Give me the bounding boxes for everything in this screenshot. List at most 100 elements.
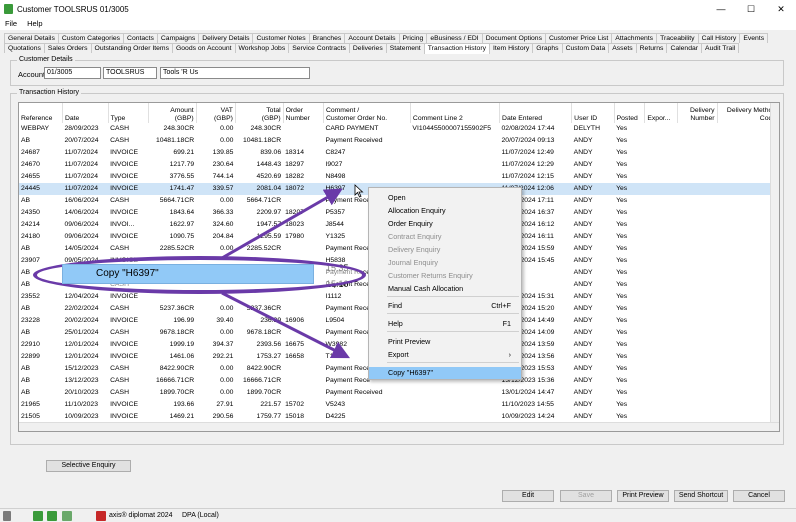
table-cell: ANDY <box>573 389 593 396</box>
selective-enquiry-button[interactable]: Selective Enquiry <box>46 460 131 472</box>
tab-ebusiness-edi[interactable]: eBusiness / EDI <box>426 33 483 43</box>
column-header-user-id[interactable]: User ID <box>571 103 615 123</box>
menu-item-open[interactable]: Open <box>369 192 521 204</box>
tab-goods-on-account[interactable]: Goods on Account <box>171 43 236 53</box>
column-header-total[interactable]: Total (GBP) <box>235 103 284 123</box>
tab-contacts[interactable]: Contacts <box>123 33 158 43</box>
tab-audit-trail[interactable]: Audit Trail <box>701 43 740 53</box>
menu-item-manual-cash-allocation[interactable]: Manual Cash Allocation <box>369 283 521 295</box>
menu-item-find[interactable]: Find Ctrl+F <box>369 300 521 312</box>
tab-general-details[interactable]: General Details <box>4 33 59 43</box>
column-header-delivery[interactable]: Delivery Number <box>677 103 718 123</box>
menu-item-help[interactable]: Help F1 <box>369 318 521 330</box>
column-header-date[interactable]: Date <box>62 103 109 123</box>
table-row[interactable]: 24670 11/07/2024 INVOICE 1217.79 230.64 1448.… <box>19 159 779 171</box>
table-row[interactable]: 24687 11/07/2024 INVOICE 699.21 139.85 839.06… <box>19 147 779 159</box>
close-button[interactable]: ✕ <box>766 0 796 18</box>
column-header-type[interactable]: Type <box>108 103 149 123</box>
tab-events[interactable]: Events <box>739 33 769 43</box>
tab-workshop-jobs[interactable]: Workshop Jobs <box>234 43 290 53</box>
tab-transaction-history[interactable]: Transaction History <box>423 43 490 54</box>
customer-details-title: Customer Details <box>17 56 75 63</box>
short-name-field[interactable]: TOOLSRUS <box>103 67 157 79</box>
tab-custom-categories[interactable]: Custom Categories <box>57 33 125 43</box>
menu-item-shortcut: F1 <box>502 319 511 328</box>
tab-sales-orders[interactable]: Sales Orders <box>43 43 92 53</box>
tab-returns[interactable]: Returns <box>635 43 668 53</box>
table-cell <box>645 279 678 291</box>
column-header-vat[interactable]: VAT (GBP) <box>196 103 236 123</box>
tab-calendar[interactable]: Calendar <box>666 43 703 53</box>
menu-item-label: Journal Enquiry <box>388 258 438 267</box>
tab-delivery-details[interactable]: Delivery Details <box>198 33 254 43</box>
table-cell: 196.99 <box>173 317 195 324</box>
horizontal-scrollbar[interactable] <box>19 422 779 431</box>
table-cell: Yes <box>616 293 628 300</box>
table-row[interactable]: 24655 11/07/2024 INVOICE 3776.55 744.14 4520.… <box>19 171 779 183</box>
account-code-field[interactable]: 01/3005 <box>44 67 101 79</box>
column-header-reference[interactable]: Reference <box>19 103 63 123</box>
menu-item-copy-h6397[interactable]: Copy "H6397" <box>369 367 521 379</box>
tab-traceability[interactable]: Traceability <box>656 33 699 43</box>
table-row[interactable]: WEBPAY 28/09/2023 CASH 248.30CR 0.00 248.30CR… <box>19 123 779 135</box>
menu-item-order-enquiry[interactable]: Order Enquiry <box>369 218 521 230</box>
refresh-icon[interactable] <box>33 511 43 521</box>
menu-file[interactable]: File <box>5 18 17 30</box>
menu-item-label: Find <box>388 301 402 310</box>
checklist-icon[interactable] <box>62 511 72 521</box>
edit-button[interactable]: Edit <box>502 490 554 502</box>
table-cell <box>678 123 717 135</box>
menu-item-export[interactable]: Export › <box>369 349 521 361</box>
tab-custom-data[interactable]: Custom Data <box>561 43 610 53</box>
column-header-date-entered[interactable]: Date Entered <box>499 103 573 123</box>
tab-customer-notes[interactable]: Customer Notes <box>252 33 310 43</box>
tab-item-history[interactable]: Item History <box>489 43 534 53</box>
tab-pricing[interactable]: Pricing <box>398 33 428 43</box>
tab-campaigns[interactable]: Campaigns <box>156 33 200 43</box>
vertical-scrollbar[interactable] <box>770 103 779 431</box>
table-cell: ANDY <box>573 281 593 288</box>
table-cell: Yes <box>616 389 628 396</box>
print-preview-button[interactable]: Print Preview <box>617 490 669 502</box>
table-cell <box>678 315 717 327</box>
tab-customer-price-list[interactable]: Customer Price List <box>544 33 613 43</box>
menu-item-customer-returns-enquiry: Customer Returns Enquiry <box>369 270 521 282</box>
tab-service-contracts[interactable]: Service Contracts <box>288 43 350 53</box>
column-header-amount[interactable]: Amount (GBP) <box>148 103 197 123</box>
minimize-button[interactable]: — <box>706 0 736 18</box>
table-row[interactable]: 21965 11/10/2023 INVOICE 193.66 27.91 221.57 1… <box>19 399 779 411</box>
full-name-field[interactable]: Tools 'R Us <box>160 67 310 79</box>
table-row[interactable]: AB 20/07/2024 CASH 10481.18CR 0.00 10481.18CR… <box>19 135 779 147</box>
tab-account-details[interactable]: Account Details <box>344 33 400 43</box>
table-cell: 8422.90CR <box>246 365 282 372</box>
tab-graphs[interactable]: Graphs <box>532 43 563 53</box>
tab-assets[interactable]: Assets <box>608 43 637 53</box>
sync-icon[interactable] <box>47 511 57 521</box>
tab-call-history[interactable]: Call History <box>697 33 741 43</box>
tab-quotations[interactable]: Quotations <box>4 43 45 53</box>
menu-item-delivery-enquiry: Delivery Enquiry <box>369 244 521 256</box>
save-button[interactable]: Save <box>560 490 612 502</box>
tab-document-options[interactable]: Document Options <box>481 33 546 43</box>
table-cell: 18314 <box>285 149 305 156</box>
tab-branches[interactable]: Branches <box>308 33 346 43</box>
menu-item-print-preview[interactable]: Print Preview <box>369 336 521 348</box>
column-header-posted[interactable]: Posted <box>614 103 646 123</box>
menu-item-allocation-enquiry[interactable]: Allocation Enquiry <box>369 205 521 217</box>
column-header-order[interactable]: Order Number <box>283 103 324 123</box>
table-cell: CASH <box>110 245 129 252</box>
tab-statement[interactable]: Statement <box>385 43 425 53</box>
maximize-button[interactable]: ☐ <box>736 0 766 18</box>
table-cell <box>678 363 717 375</box>
column-header-comment-line-2[interactable]: Comment Line 2 <box>410 103 501 123</box>
send-shortcut-button[interactable]: Send Shortcut <box>674 490 728 502</box>
column-header-expor[interactable]: Expor... <box>644 103 679 123</box>
tab-attachments[interactable]: Attachments <box>611 33 658 43</box>
cancel-button[interactable]: Cancel <box>733 490 785 502</box>
menu-help[interactable]: Help <box>27 18 42 30</box>
menu-item-shortcut: Ctrl+F <box>491 301 511 310</box>
tab-deliveries[interactable]: Deliveries <box>348 43 387 53</box>
column-header-comment[interactable]: Comment / Customer Order No. <box>323 103 411 123</box>
tab-outstanding-order-items[interactable]: Outstanding Order Items <box>90 43 173 53</box>
table-row[interactable]: AB 20/10/2023 CASH 1899.70CR 0.00 1899.70CR Pa… <box>19 387 779 399</box>
